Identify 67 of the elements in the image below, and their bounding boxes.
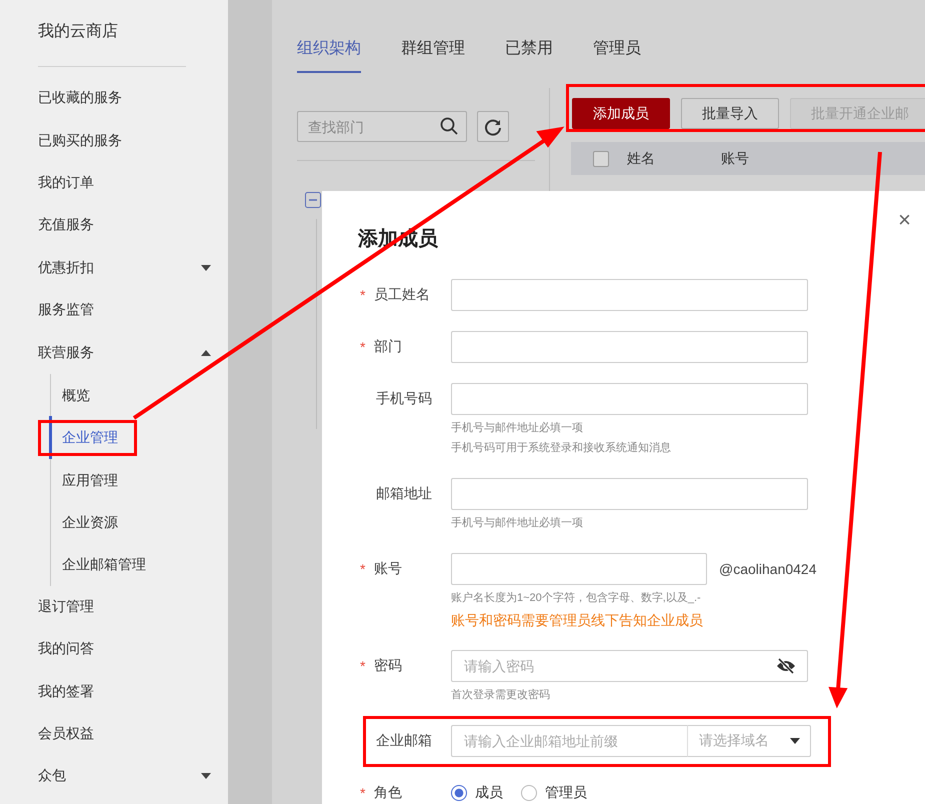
hint-text: 首次登录需更改密码: [451, 688, 551, 703]
tab[interactable]: 群组管理: [401, 38, 465, 73]
action-button[interactable]: 添加成员: [572, 98, 670, 129]
domain-suffix: @caolihan0424: [719, 561, 817, 577]
hint-text: 手机号与邮件地址必填一项: [451, 516, 584, 531]
sidebar-item[interactable]: 已收藏的服务: [38, 77, 211, 120]
checkbox[interactable]: [593, 150, 609, 166]
column-header: 账号: [721, 150, 750, 168]
field-label: 员工姓名: [374, 286, 430, 304]
hint-text: 手机号码可用于系统登录和接收系统通知消息: [451, 440, 672, 456]
sidebar-subitem[interactable]: 企业邮箱管理: [49, 543, 228, 586]
sidebar-subitem[interactable]: 企业资源: [49, 500, 228, 544]
required-mark: *: [360, 658, 366, 674]
password-field[interactable]: 请输入密码: [451, 650, 808, 682]
sidebar-subitem[interactable]: 应用管理: [49, 458, 228, 501]
required-mark: *: [360, 339, 366, 355]
radio-button[interactable]: [451, 785, 467, 801]
input-field[interactable]: [451, 331, 808, 363]
eye-slash-icon[interactable]: [776, 658, 796, 674]
sidebar-subitem[interactable]: 概览: [49, 374, 228, 416]
tab[interactable]: 已禁用: [505, 38, 553, 73]
sidebar-item[interactable]: 会员权益: [38, 712, 211, 756]
hint-text: 账户名长度为1~20个字符，包含字母、数字,以及_.-: [451, 590, 702, 606]
field-label: 账号: [374, 560, 402, 578]
tab[interactable]: 组织架构: [297, 38, 361, 73]
close-button[interactable]: ×: [894, 207, 915, 233]
field-label: 手机号码: [376, 390, 432, 408]
required-mark: *: [360, 287, 366, 303]
radio-option[interactable]: 成员: [451, 784, 503, 802]
radio-option[interactable]: 管理员: [521, 784, 587, 802]
collapse-icon[interactable]: [305, 192, 321, 208]
notice-text: 账号和密码需要管理员线下告知企业成员: [451, 611, 704, 630]
refresh-button[interactable]: [477, 111, 509, 142]
field-label: 密码: [374, 657, 402, 675]
sidebar-item[interactable]: 我的签署: [38, 670, 211, 713]
required-mark: *: [360, 785, 366, 801]
sidebar-item[interactable]: 众包: [38, 755, 211, 798]
field-label: 部门: [374, 338, 402, 356]
input-field[interactable]: [451, 553, 707, 585]
input-field[interactable]: [451, 478, 808, 510]
radio-label: 管理员: [545, 784, 587, 802]
input-field[interactable]: [451, 279, 808, 311]
field-label: 企业邮箱: [376, 732, 432, 750]
sidebar-title: 我的云商店: [38, 22, 119, 42]
sidebar-item[interactable]: 服务监管: [38, 288, 211, 332]
sidebar-item[interactable]: 我的问答: [38, 628, 211, 670]
field-label: 邮箱地址: [376, 485, 432, 503]
column-header: 姓名: [627, 150, 656, 168]
sidebar-item[interactable]: 我的订单: [38, 162, 211, 204]
field-label: 角色: [374, 784, 402, 802]
caret-icon: [790, 738, 800, 744]
required-mark: *: [360, 561, 366, 577]
tab[interactable]: 管理员: [593, 38, 641, 73]
action-button[interactable]: 批量导入: [681, 98, 779, 129]
sidebar-item[interactable]: 退订管理: [38, 586, 211, 628]
sidebar-item[interactable]: 优惠折扣: [38, 246, 211, 289]
sidebar-item[interactable]: 充值服务: [38, 204, 211, 247]
refresh-icon: [484, 118, 502, 136]
input-field[interactable]: 请输入企业邮箱地址前缀: [451, 725, 688, 757]
search-field[interactable]: 查找部门: [297, 111, 467, 142]
search-icon: [440, 117, 458, 135]
hint-text: 手机号与邮件地址必填一项: [451, 420, 584, 436]
input-field[interactable]: [451, 383, 808, 415]
radio-label: 成员: [475, 784, 503, 802]
radio-button[interactable]: [521, 785, 537, 801]
sidebar-item[interactable]: 联营服务: [38, 331, 211, 374]
sidebar-item[interactable]: 已购买的服务: [38, 119, 211, 162]
